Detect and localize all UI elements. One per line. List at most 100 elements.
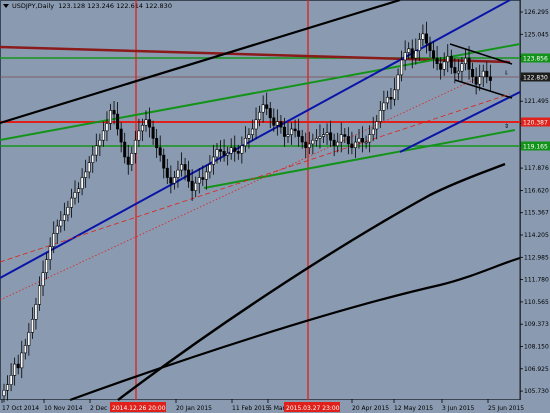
candle[interactable]: [34, 304, 38, 320]
candle[interactable]: [321, 134, 325, 137]
moving-average-long[interactable]: [117, 162, 506, 401]
candle[interactable]: [478, 76, 482, 85]
candle[interactable]: [52, 233, 56, 247]
candle[interactable]: [339, 134, 343, 143]
candle[interactable]: [172, 177, 176, 184]
candle[interactable]: [350, 143, 354, 148]
candle[interactable]: [251, 128, 255, 135]
candle[interactable]: [311, 139, 315, 145]
candle[interactable]: [94, 145, 98, 156]
candle[interactable]: [417, 39, 421, 51]
candle[interactable]: [176, 169, 180, 178]
candle[interactable]: [13, 363, 17, 376]
candle[interactable]: [84, 171, 88, 178]
candle[interactable]: [392, 89, 396, 100]
candle[interactable]: [293, 128, 297, 132]
candle[interactable]: [165, 167, 169, 178]
candle[interactable]: [378, 110, 382, 122]
candle[interactable]: [488, 76, 492, 81]
candle[interactable]: [2, 389, 6, 397]
candle[interactable]: [155, 138, 159, 148]
candle[interactable]: [91, 154, 95, 163]
upper-black-trendline[interactable]: [0, 0, 401, 125]
candle[interactable]: [30, 319, 34, 333]
candle[interactable]: [247, 134, 251, 139]
candle[interactable]: [282, 126, 286, 137]
candle[interactable]: [194, 182, 198, 191]
candle[interactable]: [314, 138, 318, 141]
candle[interactable]: [119, 128, 123, 143]
candle[interactable]: [211, 156, 215, 165]
candle[interactable]: [126, 156, 130, 165]
candle[interactable]: [442, 61, 446, 70]
candle[interactable]: [421, 33, 425, 40]
candle[interactable]: [471, 69, 475, 78]
candle[interactable]: [432, 50, 436, 59]
candle[interactable]: [236, 151, 240, 154]
candle[interactable]: [66, 207, 70, 216]
candle[interactable]: [410, 48, 414, 59]
candle[interactable]: [453, 67, 457, 74]
candle[interactable]: [123, 141, 127, 158]
candle[interactable]: [329, 132, 333, 141]
candle[interactable]: [69, 197, 73, 208]
candle[interactable]: [357, 138, 361, 143]
candle[interactable]: [275, 121, 279, 126]
candle[interactable]: [204, 171, 208, 180]
candle[interactable]: [112, 110, 116, 115]
candle[interactable]: [45, 259, 49, 273]
candle[interactable]: [336, 141, 340, 147]
candle[interactable]: [151, 126, 155, 139]
candle[interactable]: [109, 110, 113, 124]
candle[interactable]: [144, 119, 148, 126]
moving-average-200[interactable]: [69, 256, 521, 402]
candle[interactable]: [158, 147, 162, 156]
candle[interactable]: [467, 57, 471, 70]
candle[interactable]: [382, 102, 386, 111]
candle[interactable]: [201, 177, 205, 180]
chart-window[interactable]: USDJPY,Daily 123.128 123.246 122.614 122…: [0, 0, 550, 413]
candle[interactable]: [16, 363, 20, 369]
candle[interactable]: [258, 111, 262, 120]
candle[interactable]: [197, 177, 201, 184]
candle[interactable]: [474, 76, 478, 85]
candle[interactable]: [41, 272, 45, 287]
candle[interactable]: [133, 139, 137, 154]
candle[interactable]: [37, 285, 41, 305]
candle[interactable]: [297, 130, 301, 137]
candle[interactable]: [424, 33, 428, 44]
candle[interactable]: [364, 141, 368, 144]
candle[interactable]: [439, 63, 443, 70]
candle[interactable]: [332, 139, 336, 147]
candle[interactable]: [243, 138, 247, 147]
candle[interactable]: [9, 375, 13, 385]
candle[interactable]: [265, 104, 269, 109]
candle[interactable]: [414, 50, 418, 59]
candle[interactable]: [116, 113, 120, 130]
candle[interactable]: [385, 96, 389, 104]
candle[interactable]: [396, 74, 400, 91]
candle[interactable]: [304, 141, 308, 148]
price-chart[interactable]: 126.295 125.045 123.856 122.830 121.495 120.3…: [0, 0, 550, 413]
candle[interactable]: [215, 149, 219, 158]
candle[interactable]: [20, 352, 24, 369]
candle[interactable]: [59, 220, 63, 227]
candle[interactable]: [162, 154, 166, 169]
candle[interactable]: [180, 164, 184, 171]
candle[interactable]: [222, 151, 226, 156]
candle[interactable]: [208, 164, 212, 173]
candle[interactable]: [27, 332, 31, 346]
candle[interactable]: [62, 214, 66, 221]
candle[interactable]: [428, 42, 432, 51]
candle[interactable]: [190, 180, 194, 191]
candle[interactable]: [229, 147, 233, 154]
candle[interactable]: [254, 119, 258, 130]
candle[interactable]: [233, 147, 237, 152]
candle[interactable]: [400, 59, 404, 76]
candle[interactable]: [407, 48, 411, 53]
candle[interactable]: [48, 246, 52, 260]
candle[interactable]: [343, 134, 347, 137]
candle[interactable]: [286, 134, 290, 137]
candle[interactable]: [279, 121, 283, 128]
candle[interactable]: [353, 141, 357, 148]
